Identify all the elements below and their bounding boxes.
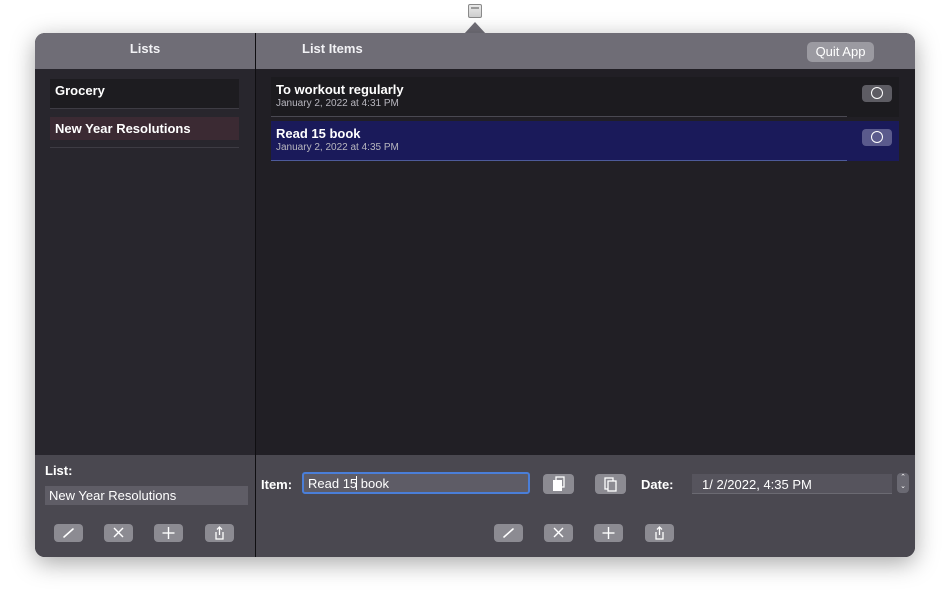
item-title: To workout regularly (276, 82, 404, 97)
edit-item-button[interactable] (494, 524, 523, 542)
date-field-label: Date: (641, 477, 674, 492)
item-value-start: Read 15 (308, 476, 358, 491)
paste-icon (604, 477, 617, 492)
add-icon (162, 527, 175, 539)
circle-icon (871, 87, 883, 99)
item-date: January 2, 2022 at 4:31 PM (276, 98, 399, 109)
share-icon (215, 526, 224, 540)
share-icon (655, 526, 664, 540)
complete-toggle-button[interactable] (862, 85, 892, 102)
delete-item-button[interactable] (544, 524, 573, 542)
lists-column-title: Lists (129, 41, 161, 56)
edit-list-button[interactable] (54, 524, 83, 542)
paste-button[interactable] (595, 474, 626, 494)
complete-toggle-button[interactable] (862, 129, 892, 146)
items-column-title: List Items (302, 41, 363, 56)
item-editor-panel: Item: Read 15 book Date: 1/ 2/2022, 4:35… (256, 455, 915, 557)
item-title: Read 15 book (276, 126, 361, 141)
add-list-button[interactable] (154, 524, 183, 542)
list-field-label: List: (45, 463, 73, 478)
share-item-button[interactable] (645, 524, 674, 542)
quit-app-button[interactable]: Quit App (807, 42, 874, 62)
copy-button[interactable] (543, 474, 574, 494)
list-item-grocery[interactable]: Grocery (50, 79, 239, 109)
date-picker-field[interactable]: 1/ 2/2022, 4:35 PM (692, 474, 892, 494)
delete-list-button[interactable] (104, 524, 133, 542)
row-separator (271, 160, 847, 161)
item-field-label: Item: (261, 477, 293, 492)
edit-icon (63, 528, 74, 538)
table-row[interactable]: Read 15 book January 2, 2022 at 4:35 PM (271, 121, 899, 161)
list-name-field[interactable]: New Year Resolutions (45, 486, 248, 505)
popover-window: Lists List Items Quit App Grocery New Ye… (35, 33, 915, 557)
list-editor-panel: List: New Year Resolutions (35, 455, 255, 557)
list-item-label: Grocery (55, 83, 105, 98)
circle-icon (871, 131, 883, 143)
app-menubar-icon[interactable] (468, 4, 482, 18)
header-bar: Lists List Items Quit App (35, 33, 915, 69)
delete-icon (553, 527, 564, 538)
lists-sidebar: Grocery New Year Resolutions (35, 69, 255, 455)
list-item-new-year-resolutions[interactable]: New Year Resolutions (50, 117, 239, 148)
item-date: January 2, 2022 at 4:35 PM (276, 142, 399, 153)
item-name-field[interactable]: Read 15 book (302, 472, 530, 494)
add-item-button[interactable] (594, 524, 623, 542)
stepper-up-icon[interactable]: ⌃ (897, 473, 909, 482)
add-icon (602, 527, 615, 539)
share-list-button[interactable] (205, 524, 234, 542)
list-item-label: New Year Resolutions (55, 121, 191, 136)
stepper-down-icon[interactable]: ⌄ (897, 482, 909, 491)
edit-icon (503, 528, 514, 538)
copy-icon (553, 476, 565, 491)
delete-icon (113, 527, 124, 538)
table-row[interactable]: To workout regularly January 2, 2022 at … (271, 77, 899, 117)
items-table: To workout regularly January 2, 2022 at … (256, 69, 915, 455)
row-separator (271, 116, 847, 117)
date-stepper[interactable]: ⌃ ⌄ (897, 473, 909, 493)
item-value-end: book (357, 476, 389, 491)
